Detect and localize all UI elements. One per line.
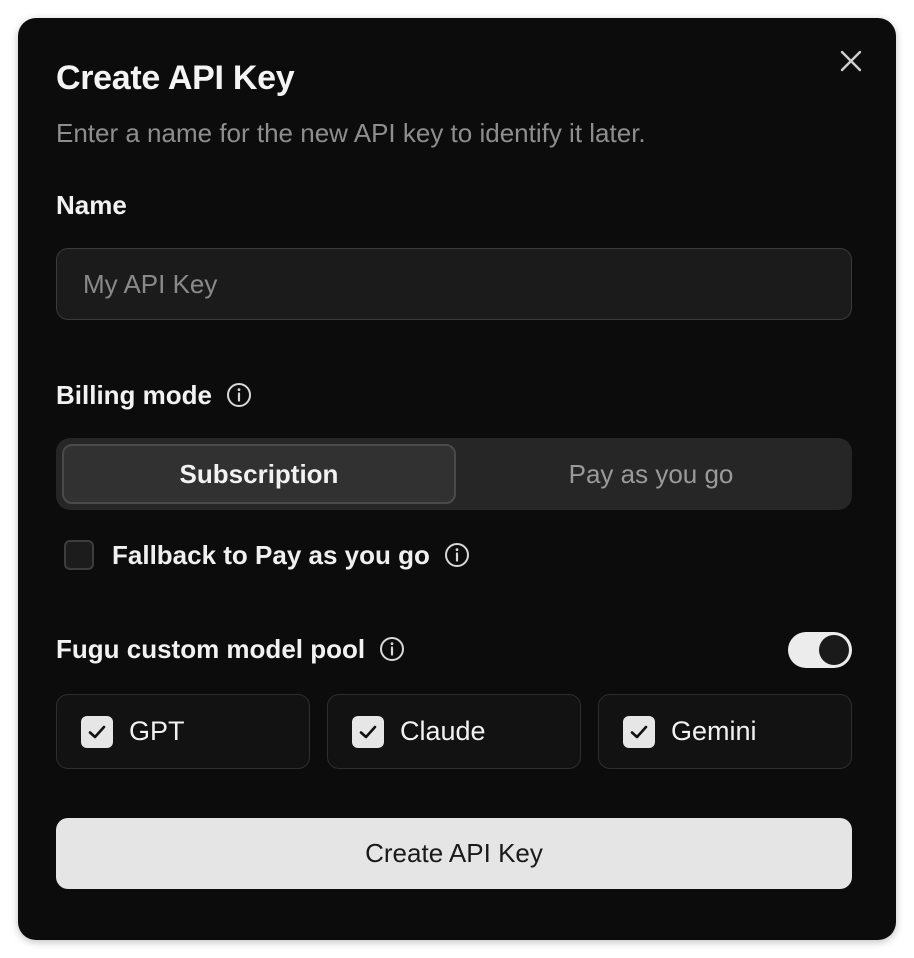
model-pool-label-text: Fugu custom model pool <box>56 634 366 664</box>
billing-option-pay-as-you-go[interactable]: Pay as you go <box>456 444 846 504</box>
model-option-gpt[interactable]: GPT <box>56 694 310 769</box>
check-icon <box>88 725 106 738</box>
toggle-knob <box>819 635 849 665</box>
fallback-checkbox[interactable] <box>64 540 94 570</box>
info-icon[interactable] <box>444 542 470 568</box>
checked-checkbox[interactable] <box>352 715 384 748</box>
info-icon[interactable] <box>379 636 405 662</box>
dialog-subtitle: Enter a name for the new API key to iden… <box>56 118 646 148</box>
name-label: Name <box>56 188 127 222</box>
model-pool-toggle[interactable] <box>788 632 852 668</box>
billing-mode-selector: Subscription Pay as you go <box>56 438 852 510</box>
billing-mode-label-text: Billing mode <box>56 380 212 410</box>
check-icon <box>630 725 648 738</box>
billing-option-subscription[interactable]: Subscription <box>62 444 456 504</box>
name-label-text: Name <box>56 190 127 220</box>
checked-checkbox[interactable] <box>623 715 655 748</box>
checked-checkbox[interactable] <box>81 715 113 748</box>
billing-mode-label: Billing mode <box>56 378 252 412</box>
model-option-claude[interactable]: Claude <box>327 694 581 769</box>
model-label-gemini: Gemini <box>671 716 757 746</box>
create-api-key-dialog: Create API Key Enter a name for the new … <box>18 18 896 940</box>
model-label-gpt: GPT <box>129 716 185 746</box>
close-icon <box>840 50 862 72</box>
model-label-claude: Claude <box>400 716 486 746</box>
model-pool-options: GPT Claude Gemini <box>56 694 852 769</box>
close-button[interactable] <box>836 46 866 76</box>
check-icon <box>359 725 377 738</box>
create-api-key-button[interactable]: Create API Key <box>56 818 852 889</box>
fallback-label: Fallback to Pay as you go <box>112 539 430 570</box>
api-key-name-input[interactable] <box>56 248 852 320</box>
model-option-gemini[interactable]: Gemini <box>598 694 852 769</box>
dialog-title: Create API Key <box>56 59 295 97</box>
fallback-row: Fallback to Pay as you go <box>64 538 470 572</box>
model-pool-label: Fugu custom model pool <box>56 632 405 666</box>
info-icon[interactable] <box>226 382 252 408</box>
